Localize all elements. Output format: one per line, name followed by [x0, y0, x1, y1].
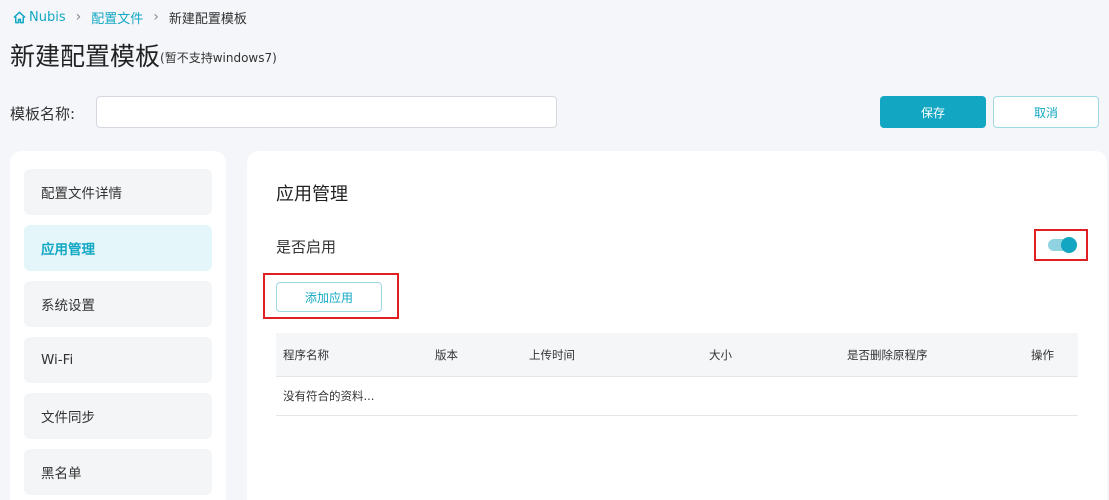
- breadcrumb-home-link[interactable]: Nubis: [29, 10, 66, 25]
- toggle-highlight-box: [1034, 229, 1088, 261]
- enable-label: 是否启用: [276, 238, 337, 256]
- save-button[interactable]: 保存: [880, 96, 986, 128]
- template-name-label: 模板名称:: [10, 105, 76, 123]
- enable-toggle[interactable]: [1048, 237, 1077, 253]
- toggle-knob: [1061, 237, 1077, 253]
- column-header-version[interactable]: 版本: [435, 347, 458, 363]
- add-app-button[interactable]: 添加应用: [276, 282, 382, 312]
- column-header-upload-time[interactable]: 上传时间: [529, 347, 575, 363]
- breadcrumb-separator: ›: [153, 9, 159, 25]
- breadcrumb: Nubis › 配置文件 › 新建配置模板: [12, 8, 247, 27]
- column-header-name[interactable]: 程序名称: [283, 347, 329, 363]
- main-panel: 应用管理 是否启用 添加应用 程序名称 版本 上传时间 大小 是否删除原程序 操…: [247, 151, 1107, 500]
- section-title: 应用管理: [276, 184, 348, 205]
- breadcrumb-profiles-link[interactable]: 配置文件: [91, 8, 143, 27]
- app-table: 程序名称 版本 上传时间 大小 是否删除原程序 操作 没有符合的资料...: [276, 333, 1078, 416]
- title-note: (暂不支持windows7): [160, 51, 277, 65]
- sidebar-item-wifi[interactable]: Wi-Fi: [24, 337, 212, 383]
- column-header-size[interactable]: 大小: [709, 347, 732, 363]
- add-app-highlight-box: 添加应用: [263, 273, 399, 319]
- cancel-button[interactable]: 取消: [993, 96, 1099, 128]
- template-name-input[interactable]: [96, 96, 557, 128]
- table-header: 程序名称 版本 上传时间 大小 是否删除原程序 操作: [276, 333, 1078, 377]
- home-icon[interactable]: [12, 10, 27, 25]
- breadcrumb-current: 新建配置模板: [168, 11, 247, 27]
- sidebar-item-app-management[interactable]: 应用管理: [24, 225, 212, 271]
- table-empty-message: 没有符合的资料...: [276, 377, 1078, 416]
- sidebar-item-blacklist[interactable]: 黑名单: [24, 449, 212, 495]
- sidebar-item-profile-details[interactable]: 配置文件详情: [24, 169, 212, 215]
- breadcrumb-separator: ›: [75, 9, 82, 25]
- sidebar: 配置文件详情 应用管理 系统设置 Wi-Fi 文件同步 黑名单: [10, 151, 226, 500]
- title-wrap: 新建配置模板 (暂不支持windows7): [10, 40, 277, 74]
- page-title: 新建配置模板: [10, 42, 161, 71]
- sidebar-item-file-sync[interactable]: 文件同步: [24, 393, 212, 439]
- column-header-delete-original[interactable]: 是否删除原程序: [847, 347, 928, 363]
- column-header-actions: 操作: [1031, 347, 1054, 362]
- sidebar-item-system-settings[interactable]: 系统设置: [24, 281, 212, 327]
